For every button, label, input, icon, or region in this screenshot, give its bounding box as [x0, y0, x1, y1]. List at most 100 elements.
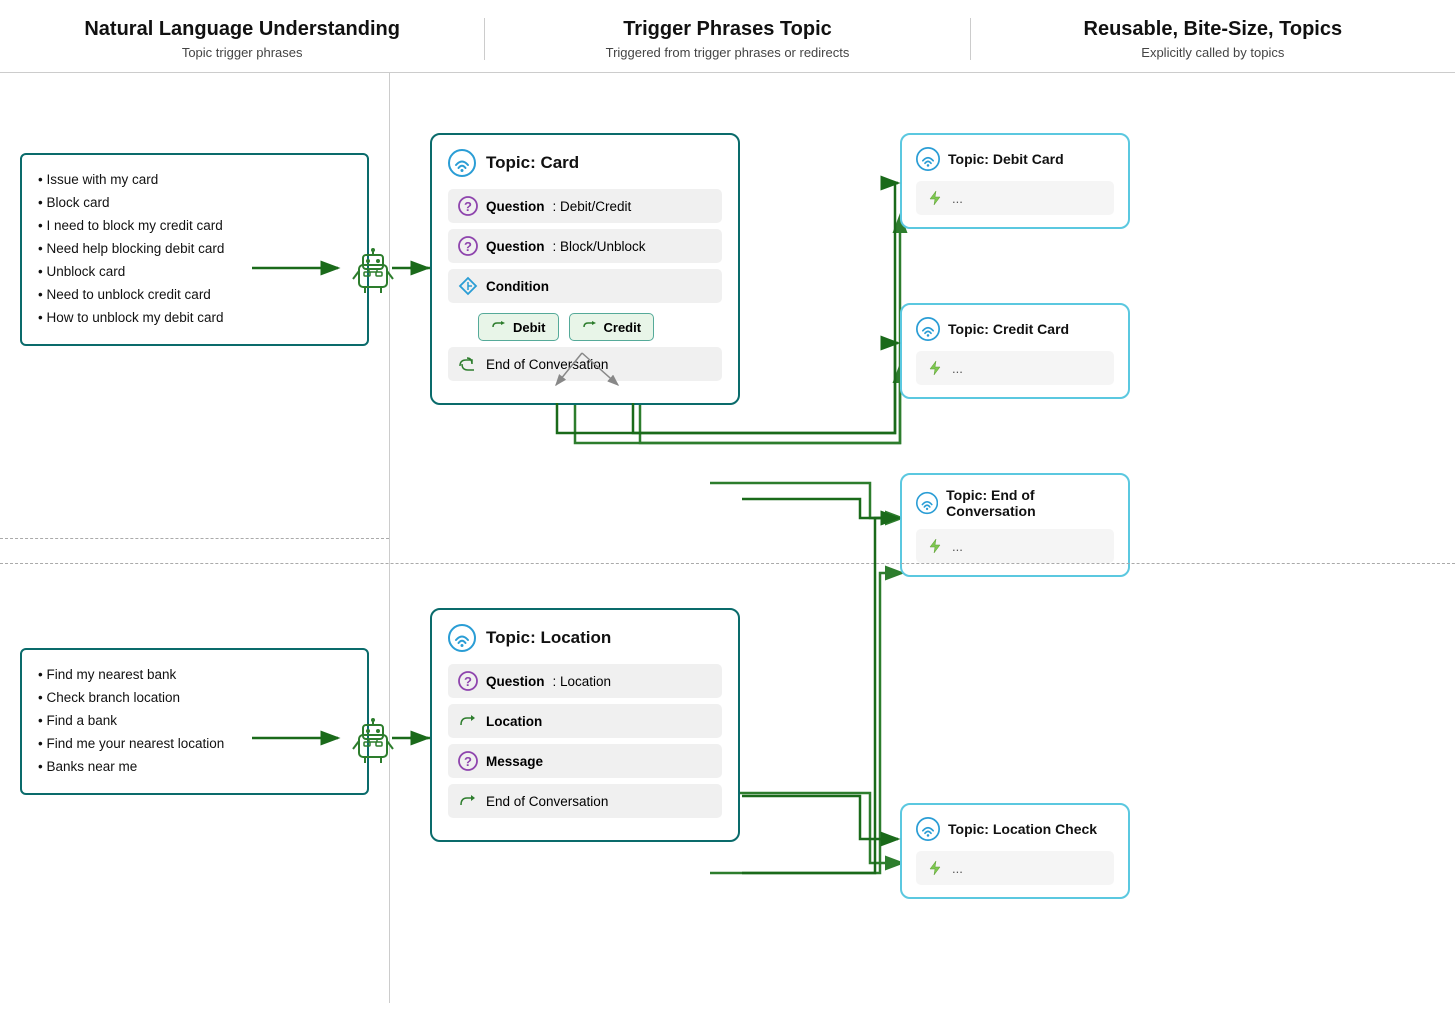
reusable-location-dots: ... [952, 861, 963, 876]
step-detail: : Block/Unblock [553, 239, 646, 254]
reusable-debit-card: Topic: Debit Card ... [900, 133, 1130, 229]
condition-icon [458, 276, 478, 296]
reusable-credit-content: ... [916, 351, 1114, 385]
step-label: Condition [486, 279, 549, 294]
lightning-icon-2 [926, 359, 944, 377]
question-icon: ? [458, 196, 478, 216]
header-title-trigger: Trigger Phrases Topic [505, 18, 949, 41]
message-icon: ? [458, 751, 478, 771]
topic-location-icon [448, 624, 476, 652]
branch-row: Debit Credit [478, 313, 722, 341]
reusable-end-dots: ... [952, 539, 963, 554]
nlu-phrase: • Unblock card [38, 261, 351, 284]
step-label: Question [486, 239, 545, 254]
step-question-block-unblock: ? Question : Block/Unblock [448, 229, 722, 263]
reusable-credit-title: Topic: Credit Card [948, 321, 1069, 337]
branch-debit-label: Debit [513, 320, 546, 335]
nlu-phrase: • I need to block my credit card [38, 215, 351, 238]
nlu-phrase: • Find a bank [38, 710, 351, 733]
step-end-conversation-card: End of Conversation [448, 347, 722, 381]
reusable-credit-dots: ... [952, 361, 963, 376]
topic-card-header: Topic: Card [448, 149, 722, 177]
redirect-icon [491, 319, 507, 335]
question-icon-loc: ? [458, 671, 478, 691]
reusable-topic-icon-2 [916, 317, 940, 341]
nlu-phrase: • Need to unblock credit card [38, 284, 351, 307]
header-sub-nlu: Topic trigger phrases [20, 45, 464, 60]
reusable-debit-header: Topic: Debit Card [916, 147, 1114, 171]
svg-text:?: ? [464, 754, 472, 769]
horizontal-divider [0, 563, 1455, 564]
nlu-phrase: • Need help blocking debit card [38, 238, 351, 261]
reusable-topic-icon [916, 147, 940, 171]
robot-icon-2 [340, 713, 405, 768]
step-question-location: ? Question: Location [448, 664, 722, 698]
step-label: Question [486, 199, 545, 214]
branch-credit-label: Credit [604, 320, 642, 335]
step-label: Location [486, 714, 542, 729]
step-message: ? Message [448, 744, 722, 778]
nlu-phrase: • Banks near me [38, 756, 351, 779]
step-question-debit-credit: ? Question : Debit/Credit [448, 189, 722, 223]
reusable-location-content: ... [916, 851, 1114, 885]
topic-card-title: Topic: Card [486, 153, 579, 173]
topic-location-title: Topic: Location [486, 628, 611, 648]
nlu-phrase: • Block card [38, 192, 351, 215]
header-sub-trigger: Triggered from trigger phrases or redire… [505, 45, 949, 60]
reusable-location-check: Topic: Location Check ... [900, 803, 1130, 899]
diagram-container: Natural Language Understanding Topic tri… [0, 0, 1455, 1016]
topic-icon [448, 149, 476, 177]
end-conversation-icon [458, 354, 478, 374]
nlu-phrase: • Check branch location [38, 687, 351, 710]
reusable-debit-content: ... [916, 181, 1114, 215]
branch-debit: Debit [478, 313, 559, 341]
reusable-end-header: Topic: End of Conversation [916, 487, 1114, 519]
reusable-end-content: ... [916, 529, 1114, 563]
content-area: • Issue with my card • Block card • I ne… [0, 73, 1455, 1003]
nlu-box-location: • Find my nearest bank • Check branch lo… [20, 648, 369, 795]
robot-icon-1 [340, 243, 405, 298]
end-label: End of Conversation [486, 357, 608, 372]
topic-card-box: Topic: Card ? Question : Debit/Credit ? Q… [430, 133, 740, 405]
step-label: Question [486, 674, 545, 689]
header-title-reusable: Reusable, Bite-Size, Topics [991, 18, 1435, 41]
step-end-conversation-location: End of Conversation [448, 784, 722, 818]
nlu-phrase: • How to unblock my debit card [38, 307, 351, 330]
lightning-icon [926, 189, 944, 207]
topic-location-header: Topic: Location [448, 624, 722, 652]
header-row: Natural Language Understanding Topic tri… [0, 0, 1455, 73]
header-col-trigger: Trigger Phrases Topic Triggered from tri… [485, 18, 970, 60]
reusable-location-header: Topic: Location Check [916, 817, 1114, 841]
nlu-phrase: • Issue with my card [38, 169, 351, 192]
step-location-redirect: Location [448, 704, 722, 738]
reusable-debit-title: Topic: Debit Card [948, 151, 1064, 167]
redirect-loc-icon [458, 711, 478, 731]
reusable-topic-icon-4 [916, 817, 940, 841]
nlu-box-card: • Issue with my card • Block card • I ne… [20, 153, 369, 346]
svg-text:?: ? [464, 674, 472, 689]
header-col-reusable: Reusable, Bite-Size, Topics Explicitly c… [971, 18, 1455, 60]
reusable-credit-card: Topic: Credit Card ... [900, 303, 1130, 399]
reusable-location-title: Topic: Location Check [948, 821, 1097, 837]
nlu-phrase: • Find me your nearest location [38, 733, 351, 756]
step-condition: Condition [448, 269, 722, 303]
branch-credit: Credit [569, 313, 655, 341]
step-detail: : Debit/Credit [553, 199, 632, 214]
reusable-end-title: Topic: End of Conversation [946, 487, 1114, 519]
svg-text:?: ? [464, 199, 472, 214]
question-icon-2: ? [458, 236, 478, 256]
end-label: End of Conversation [486, 794, 608, 809]
lightning-icon-3 [926, 537, 944, 555]
step-label: Message [486, 754, 543, 769]
reusable-debit-dots: ... [952, 191, 963, 206]
header-title-nlu: Natural Language Understanding [20, 18, 464, 41]
lightning-icon-4 [926, 859, 944, 877]
end-conversation-loc-icon [458, 791, 478, 811]
redirect-icon-2 [582, 319, 598, 335]
svg-text:?: ? [464, 239, 472, 254]
reusable-topic-icon-3 [916, 491, 938, 515]
reusable-end-conversation: Topic: End of Conversation ... [900, 473, 1130, 577]
topic-location-box: Topic: Location ? Question: Location Loc… [430, 608, 740, 842]
header-sub-reusable: Explicitly called by topics [991, 45, 1435, 60]
reusable-credit-header: Topic: Credit Card [916, 317, 1114, 341]
